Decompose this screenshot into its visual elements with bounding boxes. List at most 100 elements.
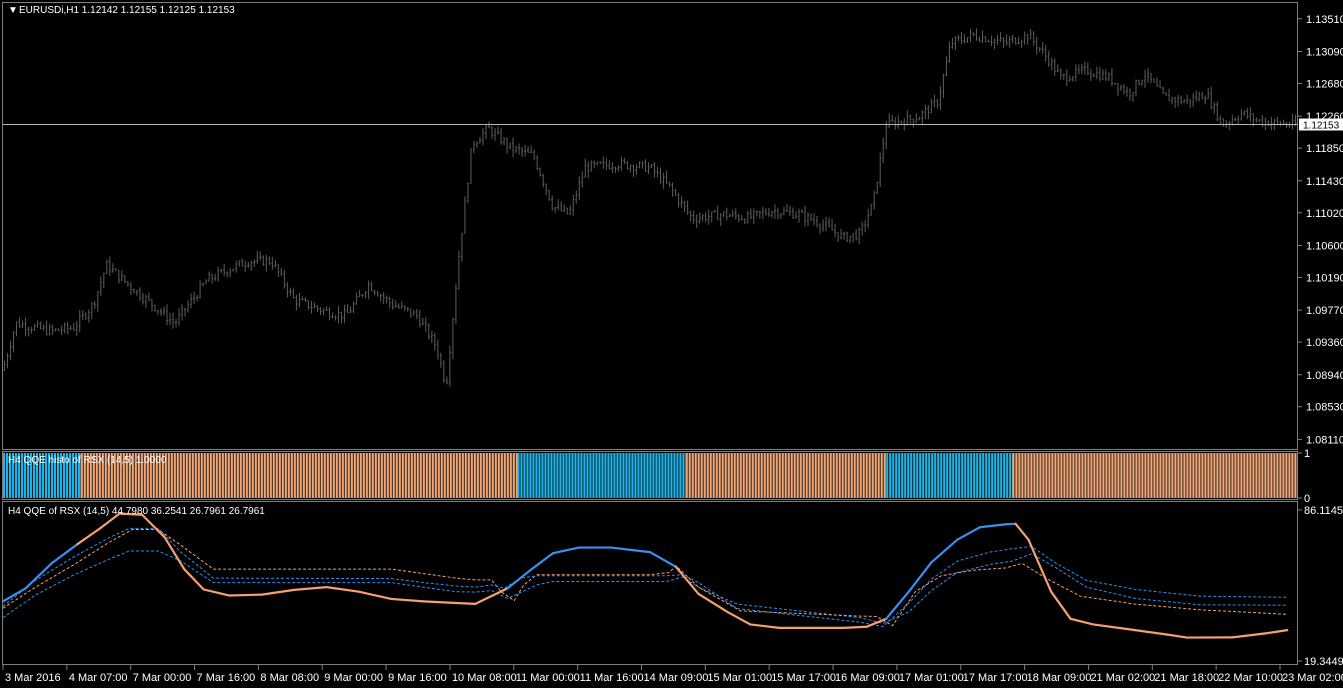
histo-bar <box>946 453 949 498</box>
histo-bar <box>1030 453 1033 498</box>
histo-bar <box>1000 453 1003 498</box>
histo-bar <box>604 453 607 498</box>
histo-bar <box>1159 453 1162 498</box>
histo-bar <box>167 453 170 498</box>
histo-bar <box>1222 453 1225 498</box>
price-tick-label: 1.09360 <box>1306 337 1343 349</box>
histo-bar <box>458 453 461 498</box>
histo-bar <box>889 453 892 498</box>
histo-bar <box>1177 453 1180 498</box>
histo-bar <box>344 453 347 498</box>
histo-bar <box>709 453 712 498</box>
histo-bar <box>589 453 592 498</box>
histo-bar <box>224 453 227 498</box>
histo-bar <box>1102 453 1105 498</box>
histo-bar <box>251 453 254 498</box>
histo-bar <box>353 453 356 498</box>
histo-bar <box>718 453 721 498</box>
price-tick-label: 1.10600 <box>1306 240 1343 252</box>
histo-bar <box>910 453 913 498</box>
histo-bar <box>212 453 215 498</box>
histo-bar <box>682 453 685 498</box>
histo-bar <box>523 453 526 498</box>
histo-bar <box>434 453 437 498</box>
histo-bar <box>874 453 877 498</box>
histo-bar <box>1225 453 1228 498</box>
histo-bar <box>1021 453 1024 498</box>
histo-bar <box>200 453 203 498</box>
price-chart-title: EURUSDi,H1 1.12142 1.12155 1.12125 1.121… <box>19 5 235 16</box>
histo-bar <box>1051 453 1054 498</box>
price-tick-label: 1.08110 <box>1306 434 1343 446</box>
histo-bar <box>359 453 362 498</box>
histo-bar <box>808 453 811 498</box>
histo-bar <box>562 453 565 498</box>
histo-bar <box>643 453 646 498</box>
histo-bar <box>428 453 431 498</box>
histo-bar <box>1141 453 1144 498</box>
histo-bar <box>395 453 398 498</box>
histo-bar <box>880 453 883 498</box>
histo-bar <box>272 453 275 498</box>
histo-bar <box>577 453 580 498</box>
histo-bar <box>407 453 410 498</box>
histo-bar <box>1057 453 1060 498</box>
histo-bar <box>329 453 332 498</box>
histo-bar <box>398 453 401 498</box>
histo-bar <box>1204 453 1207 498</box>
histo-bar <box>949 453 952 498</box>
qqe-title: H4 QQE of RSX (14,5) 44.7980 36.2541 26.… <box>8 506 265 517</box>
histo-bar <box>553 453 556 498</box>
triangle-down-icon[interactable]: ▼ <box>8 5 18 16</box>
histo-bar <box>721 453 724 498</box>
histo-bar <box>619 453 622 498</box>
histo-bar <box>541 453 544 498</box>
histo-bar <box>503 453 506 498</box>
histo-bar <box>982 453 985 498</box>
histo-bar <box>574 453 577 498</box>
histo-bar <box>703 453 706 498</box>
histo-bar <box>856 453 859 498</box>
histo-bar <box>197 453 200 498</box>
histo-tick-label: 1 <box>1304 448 1310 460</box>
histo-bar <box>1258 453 1261 498</box>
time-tick-label: 11 Mar 00:00 <box>516 672 580 684</box>
histo-bar <box>323 453 326 498</box>
time-tick-label: 15 Mar 01:00 <box>707 672 772 684</box>
histo-bar <box>176 453 179 498</box>
histo-bar <box>491 453 494 498</box>
histo-bar <box>1162 453 1165 498</box>
histo-bar <box>1024 453 1027 498</box>
histo-bar <box>476 453 479 498</box>
histo-bar <box>485 453 488 498</box>
price-tick-label: 1.11020 <box>1306 208 1343 220</box>
histo-bar <box>595 453 598 498</box>
histo-bar <box>1294 453 1297 498</box>
histo-bar <box>1279 453 1282 498</box>
histo-bar <box>1012 453 1015 498</box>
histo-bar <box>661 453 664 498</box>
histo-bar <box>790 453 793 498</box>
histo-bar <box>757 453 760 498</box>
time-tick-label: 9 Mar 16:00 <box>388 672 447 684</box>
histo-bar <box>488 453 491 498</box>
histo-bar <box>275 453 278 498</box>
histo-bar <box>347 453 350 498</box>
histo-bar <box>583 453 586 498</box>
histo-bar <box>544 453 547 498</box>
histo-bar <box>1195 453 1198 498</box>
current-price-label: 1.12153 <box>1303 121 1340 132</box>
histo-bar <box>895 453 898 498</box>
histo-bar <box>1138 453 1141 498</box>
histo-bar <box>529 453 532 498</box>
time-tick-label: 11 Mar 16:00 <box>580 672 644 684</box>
histo-bar <box>446 453 449 498</box>
histo-bar <box>598 453 601 498</box>
histo-bar <box>997 453 1000 498</box>
histo-bar <box>512 453 515 498</box>
chart-canvas: 1.135101.130901.126801.122601.118501.114… <box>0 0 1343 688</box>
histo-bar <box>1252 453 1255 498</box>
histo-bar <box>1261 453 1264 498</box>
histo-bar <box>1243 453 1246 498</box>
histo-bar <box>248 453 251 498</box>
